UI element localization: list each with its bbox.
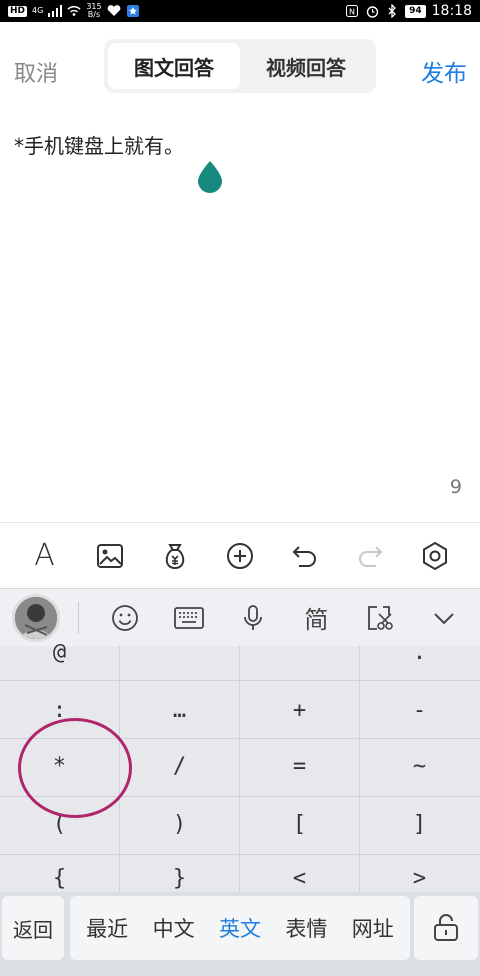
text-style-icon: A <box>34 538 55 573</box>
money-bag-icon <box>165 543 185 569</box>
char-counter: 9 <box>449 476 462 498</box>
symbol-key[interactable]: > <box>360 864 479 892</box>
signal-type: 4G <box>32 6 44 15</box>
insert-image-button[interactable] <box>90 536 130 576</box>
voice-input-button[interactable] <box>233 598 273 638</box>
symbol-category-bar: 返回 最近 中文 英文 表情 网址 <box>0 892 480 968</box>
answer-editor[interactable]: *手机键盘上就有。 <box>14 130 184 159</box>
answer-type-switch: 图文回答 视频回答 <box>104 39 376 93</box>
clipboard-button[interactable] <box>360 598 400 638</box>
hd-badge: HD <box>8 5 28 17</box>
cancel-button[interactable]: 取消 <box>14 56 58 88</box>
redo-icon <box>359 545 383 567</box>
symbol-key[interactable]: / <box>120 742 239 790</box>
lock-button[interactable] <box>414 896 478 960</box>
tab-image-text[interactable]: 图文回答 <box>108 43 240 89</box>
symbol-key[interactable]: @ <box>0 640 119 665</box>
bluetooth-icon <box>385 4 399 18</box>
symbol-key[interactable]: ] <box>360 800 479 848</box>
category-english[interactable]: 英文 <box>219 913 261 943</box>
tab-video[interactable]: 视频回答 <box>240 43 372 89</box>
redo-button[interactable] <box>350 536 390 576</box>
category-emoji[interactable]: 表情 <box>285 913 327 943</box>
plus-circle-icon <box>226 542 253 569</box>
category-url[interactable]: 网址 <box>352 913 394 943</box>
symbol-key[interactable]: < <box>240 864 359 892</box>
insert-more-button[interactable] <box>220 536 260 576</box>
emoji-button[interactable] <box>105 598 145 638</box>
simplified-chinese-toggle[interactable]: 简 <box>296 598 336 638</box>
svg-text:N: N <box>349 8 355 17</box>
top-nav: 取消 图文回答 视频回答 发布 <box>0 22 480 114</box>
symbol-key[interactable]: + <box>240 686 359 734</box>
keyboard-icon <box>173 606 204 629</box>
smiley-icon <box>112 604 138 631</box>
clipboard-scissors-icon <box>368 605 394 630</box>
reward-button[interactable] <box>155 536 195 576</box>
publish-button[interactable]: 发布 <box>421 54 467 88</box>
symbol-key[interactable]: [ <box>240 800 359 848</box>
symbol-key[interactable]: . <box>360 640 479 665</box>
text-cursor-handle-icon[interactable] <box>196 160 224 194</box>
symbol-key[interactable]: - <box>360 686 479 734</box>
undo-icon <box>292 545 317 567</box>
navigation-strip <box>0 968 480 976</box>
settings-button[interactable] <box>415 536 455 576</box>
signal-bars-icon <box>48 4 63 18</box>
category-chinese[interactable]: 中文 <box>153 913 195 943</box>
symbol-key[interactable]: } <box>120 864 239 892</box>
clock: 18:18 <box>431 3 472 19</box>
format-toolbar: A <box>0 522 480 588</box>
avatar[interactable] <box>12 593 60 642</box>
keyboard-toolbar: 简 <box>0 588 480 646</box>
divider <box>78 601 79 634</box>
app-notification-icon <box>126 4 140 18</box>
alarm-icon <box>365 4 379 18</box>
symbol-key[interactable]: ~ <box>360 742 479 790</box>
symbol-key[interactable]: { <box>0 864 119 892</box>
unlock-icon <box>434 914 458 941</box>
text-style-button[interactable]: A <box>25 536 65 576</box>
symbol-key[interactable]: = <box>240 742 359 790</box>
nfc-icon: N <box>345 4 359 18</box>
heart-health-icon <box>107 4 121 18</box>
chevron-down-icon <box>434 612 454 624</box>
back-button[interactable]: 返回 <box>2 896 64 960</box>
net-speed-unit: B/s <box>87 10 101 19</box>
category-tabs: 最近 中文 英文 表情 网址 <box>70 896 410 960</box>
grid-line <box>0 854 480 855</box>
hexagon-settings-icon <box>423 541 448 570</box>
category-recent[interactable]: 最近 <box>86 913 128 943</box>
status-bar: HD 4G 315 B/s N 94 18:18 <box>0 0 480 22</box>
symbol-key[interactable]: ) <box>120 800 239 848</box>
collapse-keyboard-button[interactable] <box>424 598 464 638</box>
battery-level: 94 <box>405 4 426 18</box>
highlight-circle <box>18 718 132 818</box>
microphone-icon <box>243 604 262 630</box>
symbol-key[interactable]: … <box>120 686 239 734</box>
keyboard-layout-button[interactable] <box>169 598 209 638</box>
undo-button[interactable] <box>285 536 325 576</box>
image-icon <box>96 543 123 568</box>
grid-line <box>0 680 480 681</box>
wifi-icon <box>67 4 81 18</box>
